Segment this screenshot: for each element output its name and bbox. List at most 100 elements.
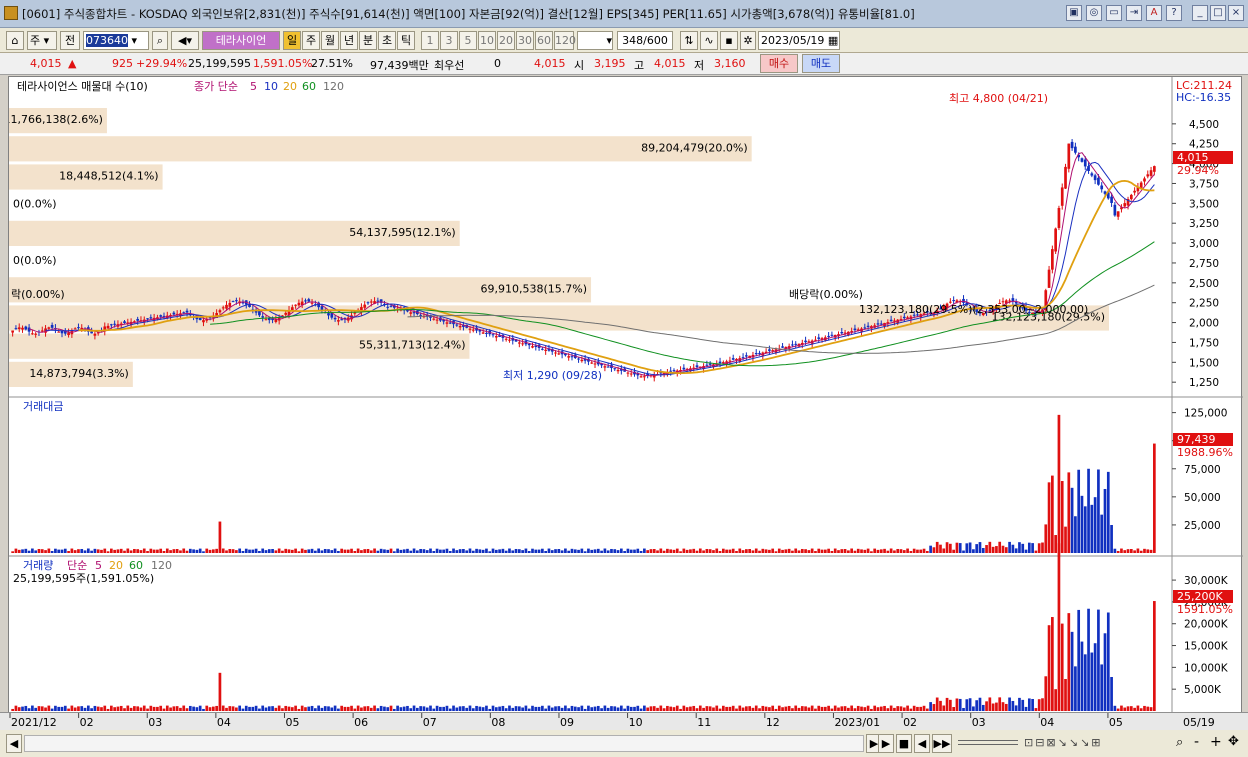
compare-icon[interactable]: ⇅ bbox=[680, 31, 698, 50]
candle bbox=[1110, 196, 1113, 203]
amount-bar bbox=[304, 549, 307, 553]
help-button[interactable]: ? bbox=[1166, 5, 1182, 21]
speed-slider[interactable] bbox=[958, 740, 1018, 745]
amount-bar bbox=[409, 550, 413, 553]
close-button[interactable]: × bbox=[1228, 5, 1244, 21]
x-tick-label: 05 bbox=[285, 716, 299, 729]
custom-interval[interactable]: ▾ bbox=[577, 31, 613, 50]
dock-button[interactable]: ⇥ bbox=[1126, 5, 1142, 21]
candle bbox=[185, 310, 189, 313]
tool-icons[interactable]: ⊡⊟⊠↘↘↘⊞ bbox=[1024, 736, 1103, 749]
code-input[interactable]: 073640 ▾ bbox=[83, 31, 149, 50]
candle bbox=[1067, 143, 1071, 169]
sync-button[interactable]: ◎ bbox=[1086, 5, 1102, 21]
amount-bar bbox=[659, 548, 663, 553]
volume-bar bbox=[192, 706, 195, 711]
zoom-icon[interactable]: ⌕ bbox=[1176, 735, 1183, 750]
amount-bar bbox=[478, 549, 482, 553]
maximize-button[interactable]: □ bbox=[1210, 5, 1226, 21]
ma10-legend: 10 bbox=[264, 80, 278, 93]
fast-forward-button[interactable]: ▶▶ bbox=[932, 734, 952, 753]
tab-year[interactable]: 년 bbox=[340, 31, 358, 50]
candle bbox=[754, 353, 758, 355]
scroll-left-icon[interactable]: ◀ bbox=[6, 734, 22, 753]
candle bbox=[455, 324, 459, 326]
tab-second[interactable]: 초 bbox=[378, 31, 396, 50]
volume-bar bbox=[31, 705, 34, 711]
lock-icon[interactable]: ⌂ bbox=[6, 31, 24, 50]
volume-bar bbox=[830, 708, 834, 711]
amount-bar bbox=[603, 548, 607, 553]
stock-name[interactable]: 테라사이언 bbox=[202, 31, 280, 50]
vma20-legend: 20 bbox=[109, 559, 123, 572]
interval-10[interactable]: 10 bbox=[478, 31, 496, 50]
interval-1[interactable]: 1 bbox=[421, 31, 439, 50]
layout-button[interactable]: ▭ bbox=[1106, 5, 1122, 21]
speaker-icon[interactable]: ◀▾ bbox=[171, 31, 199, 50]
amount-bar bbox=[547, 548, 551, 553]
sell-button[interactable]: 매도 bbox=[802, 54, 840, 73]
amount-bar bbox=[498, 549, 501, 553]
indicator-icon[interactable]: ∿ bbox=[700, 31, 718, 50]
tab-tick[interactable]: 틱 bbox=[397, 31, 415, 50]
tab-week[interactable]: 주 bbox=[302, 31, 320, 50]
minimize-button[interactable]: _ bbox=[1192, 5, 1208, 21]
play-button[interactable]: ▶ bbox=[878, 734, 894, 753]
interval-30[interactable]: 30 bbox=[516, 31, 534, 50]
font-button[interactable]: A bbox=[1146, 5, 1162, 21]
count-field[interactable]: 348/600 bbox=[617, 31, 673, 50]
volume-bar bbox=[264, 707, 268, 711]
zoom-in-button[interactable]: + bbox=[1210, 734, 1222, 750]
x-tick-label: 03 bbox=[148, 716, 162, 729]
volume-bar bbox=[228, 706, 232, 711]
volume-bar bbox=[514, 706, 518, 711]
link-button[interactable]: ▣ bbox=[1066, 5, 1082, 21]
save-icon[interactable]: ▪ bbox=[720, 31, 738, 50]
search-icon[interactable]: ⌕ bbox=[152, 31, 168, 50]
crosshair-icon[interactable]: ✥ bbox=[1228, 734, 1239, 749]
volume-bar bbox=[975, 700, 979, 711]
volume-bar bbox=[366, 706, 370, 711]
volume-bar bbox=[271, 706, 274, 711]
volume-bar bbox=[297, 708, 301, 711]
amount-bar bbox=[629, 549, 633, 553]
candle bbox=[682, 367, 686, 370]
candle bbox=[471, 329, 475, 331]
volume-bar bbox=[613, 706, 617, 711]
amount-bar bbox=[955, 542, 959, 553]
zoom-out-button[interactable]: - bbox=[1194, 734, 1199, 750]
interval-120[interactable]: 120 bbox=[554, 31, 576, 50]
volume-bar bbox=[1080, 641, 1084, 711]
buy-button[interactable]: 매수 bbox=[760, 54, 798, 73]
volume-bar bbox=[139, 707, 143, 711]
vma5-legend: 5 bbox=[95, 559, 102, 572]
amount-last: 97,439 bbox=[1177, 433, 1216, 446]
date-field[interactable]: 2023/05/19 ▦ bbox=[758, 31, 840, 50]
prev-button[interactable]: 전 bbox=[60, 31, 80, 50]
amount-bar bbox=[258, 551, 261, 553]
scrollbar-track[interactable] bbox=[24, 735, 864, 752]
volume-bar bbox=[886, 708, 890, 711]
volume-bar bbox=[531, 705, 534, 711]
amount-bar bbox=[735, 550, 738, 553]
back-button[interactable]: ◀ bbox=[914, 734, 930, 753]
x-last-date: 05/19 bbox=[1183, 716, 1215, 729]
interval-3[interactable]: 3 bbox=[440, 31, 458, 50]
amount-bar bbox=[432, 551, 436, 553]
candle bbox=[728, 360, 732, 362]
interval-60[interactable]: 60 bbox=[535, 31, 553, 50]
chart-area[interactable]: 11,766,138(2.6%) 89,204,479(20.0%) 18,448,… bbox=[3, 76, 1243, 730]
stop-button[interactable]: ■ bbox=[896, 734, 912, 753]
tab-month[interactable]: 월 bbox=[321, 31, 339, 50]
interval-5[interactable]: 5 bbox=[459, 31, 477, 50]
amount-last-pct: 1988.96% bbox=[1177, 446, 1233, 459]
interval-20[interactable]: 20 bbox=[497, 31, 515, 50]
type-select[interactable]: 주 ▾ bbox=[27, 31, 57, 50]
settings-icon[interactable]: ✲ bbox=[740, 31, 756, 50]
tab-day[interactable]: 일 bbox=[283, 31, 301, 50]
tab-minute[interactable]: 분 bbox=[359, 31, 377, 50]
chart-svg[interactable]: 11,766,138(2.6%) 89,204,479(20.0%) 18,448,… bbox=[3, 77, 1243, 713]
amount-legend: 거래대금 bbox=[23, 400, 63, 413]
volume-bar bbox=[1149, 707, 1153, 711]
best-ask: 4,015 bbox=[534, 57, 566, 70]
